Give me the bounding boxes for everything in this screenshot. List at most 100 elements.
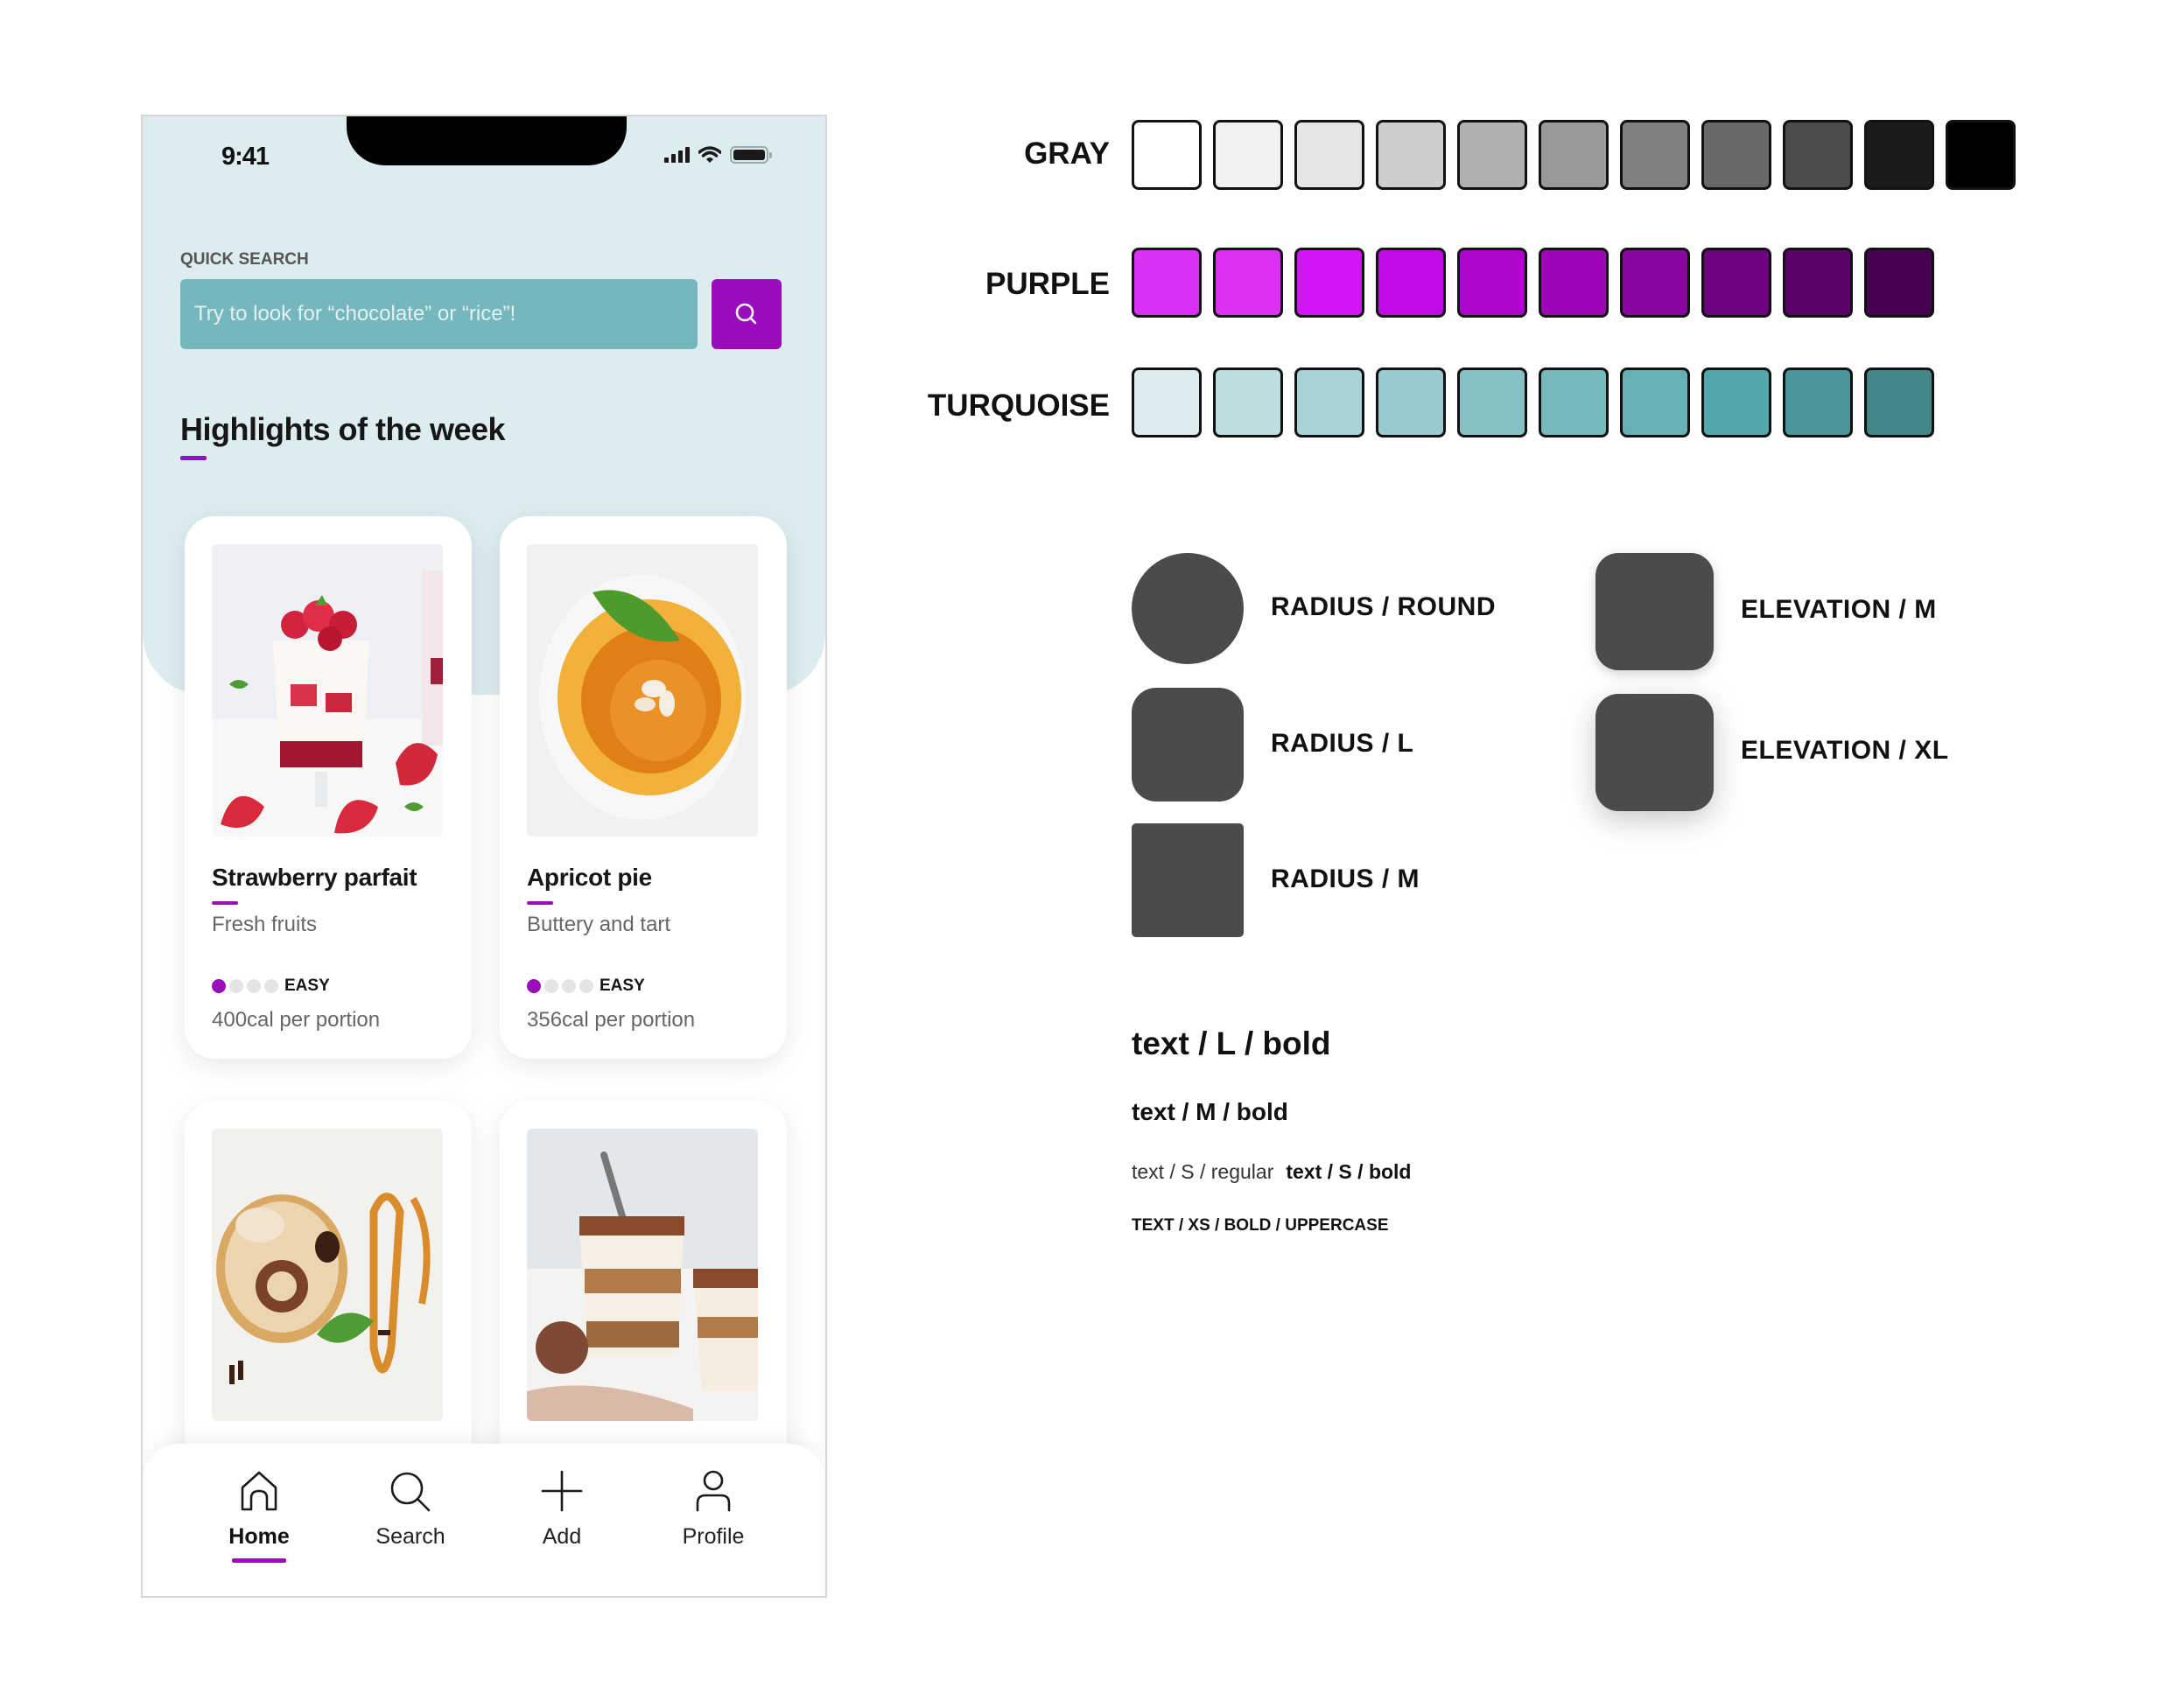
purple-swatch-6 [1539, 248, 1609, 318]
palette-label-turquoise: TURQUOISE [927, 388, 1110, 423]
purple-swatch-7 [1620, 248, 1690, 318]
palette-label-purple: PURPLE [985, 267, 1110, 301]
card-title-underline [212, 901, 238, 905]
caramel-tart-photo [212, 1129, 443, 1421]
gray-swatch-10 [1864, 120, 1934, 190]
turquoise-swatch-3 [1294, 368, 1364, 438]
nav-label: Home [228, 1524, 290, 1549]
difficulty-dot [247, 979, 261, 993]
typography-l-bold: text / L / bold [1132, 1026, 1331, 1061]
radius-l-label: RADIUS / L [1271, 729, 1414, 758]
typography-s-row: text / S / regular text / S / bold [1132, 1160, 1411, 1184]
radius-m-label: RADIUS / M [1271, 864, 1420, 893]
difficulty-dot [579, 979, 593, 993]
gray-swatch-9 [1783, 120, 1853, 190]
radius-round-label: RADIUS / ROUND [1271, 592, 1497, 621]
purple-swatch-5 [1457, 248, 1527, 318]
turquoise-swatch-5 [1457, 368, 1527, 438]
typography-s-regular: text / S / regular [1132, 1160, 1274, 1183]
gray-swatch-5 [1457, 120, 1527, 190]
card-calories: 356cal per portion [527, 1008, 696, 1032]
typography-m-bold: text / M / bold [1132, 1098, 1288, 1125]
difficulty-dot [544, 979, 558, 993]
active-tab-indicator [232, 1558, 286, 1563]
nav-label: Profile [682, 1524, 745, 1549]
nav-add[interactable]: Add [501, 1470, 623, 1550]
purple-swatch-row [1132, 248, 1934, 318]
plus-icon [541, 1470, 583, 1512]
turquoise-swatch-1 [1132, 368, 1202, 438]
nav-home[interactable]: Home [198, 1470, 320, 1563]
cellular-signal-icon [664, 147, 690, 163]
turquoise-swatch-8 [1701, 368, 1771, 438]
card-subtitle: Fresh fruits [212, 913, 318, 936]
gray-swatch-6 [1539, 120, 1609, 190]
purple-swatch-8 [1701, 248, 1771, 318]
turquoise-swatch-9 [1783, 368, 1853, 438]
card-subtitle: Buttery and tart [527, 913, 671, 936]
difficulty-dot [527, 979, 541, 993]
nav-label: Search [375, 1524, 445, 1549]
strawberry-parfait-photo [212, 544, 443, 836]
difficulty-dot [562, 979, 576, 993]
battery-icon [730, 146, 772, 164]
elevation-xl-label: ELEVATION / XL [1741, 736, 1949, 765]
phone-notch [347, 116, 627, 165]
quick-search-input[interactable] [180, 279, 698, 349]
turquoise-swatch-7 [1620, 368, 1690, 438]
elevation-m-label: ELEVATION / M [1741, 595, 1937, 624]
user-icon [696, 1470, 731, 1512]
nav-profile[interactable]: Profile [652, 1470, 775, 1550]
status-icons [664, 146, 772, 164]
elevation-m-sample [1595, 553, 1714, 670]
status-time: 9:41 [221, 143, 270, 171]
nav-search[interactable]: Search [349, 1470, 472, 1550]
difficulty-label: EASY [600, 976, 645, 995]
home-icon [241, 1471, 277, 1511]
phone-mockup: 9:41 QUICK SEARCH Highlights of the week [141, 115, 827, 1598]
purple-swatch-9 [1783, 248, 1853, 318]
gray-swatch-1 [1132, 120, 1202, 190]
difficulty-dot [229, 979, 243, 993]
difficulty-dot [264, 979, 278, 993]
difficulty-indicator: EASY [527, 976, 645, 996]
purple-swatch-3 [1294, 248, 1364, 318]
gray-swatch-4 [1376, 120, 1446, 190]
search-icon [735, 303, 757, 325]
recipe-card[interactable]: Strawberry parfait Fresh fruits EASY 400… [185, 516, 472, 1059]
difficulty-dot [212, 979, 226, 993]
card-title-underline [527, 901, 553, 905]
difficulty-label: EASY [284, 976, 330, 995]
nav-label: Add [542, 1524, 582, 1549]
recipe-card[interactable]: Apricot pie Buttery and tart EASY 356cal… [500, 516, 787, 1059]
quick-search-label: QUICK SEARCH [180, 250, 309, 269]
card-title: Strawberry parfait [212, 864, 417, 891]
tiramisu-photo [527, 1129, 758, 1421]
typography-s-bold: text / S / bold [1286, 1160, 1412, 1183]
radius-l-sample [1132, 688, 1244, 802]
gray-swatch-7 [1620, 120, 1690, 190]
palette-label-gray: GRAY [1024, 136, 1110, 171]
turquoise-swatch-6 [1539, 368, 1609, 438]
purple-swatch-4 [1376, 248, 1446, 318]
gray-swatch-2 [1213, 120, 1283, 190]
card-title: Apricot pie [527, 864, 652, 891]
purple-swatch-10 [1864, 248, 1934, 318]
bottom-navigation: Home Search Add Profile [143, 1444, 825, 1596]
turquoise-swatch-10 [1864, 368, 1934, 438]
purple-swatch-1 [1132, 248, 1202, 318]
elevation-xl-sample [1595, 694, 1714, 811]
search-icon [390, 1472, 431, 1512]
title-underline [180, 456, 207, 460]
card-calories: 400cal per portion [212, 1008, 381, 1032]
radius-round-sample [1132, 553, 1244, 664]
apricot-pie-photo [527, 544, 758, 836]
gray-swatch-3 [1294, 120, 1364, 190]
gray-swatch-row [1132, 120, 2016, 190]
search-button[interactable] [712, 279, 782, 349]
typography-xs-bold-uppercase: TEXT / XS / BOLD / UPPERCASE [1132, 1216, 1389, 1235]
turquoise-swatch-row [1132, 368, 1934, 438]
turquoise-swatch-4 [1376, 368, 1446, 438]
purple-swatch-2 [1213, 248, 1283, 318]
section-title: Highlights of the week [180, 411, 506, 447]
